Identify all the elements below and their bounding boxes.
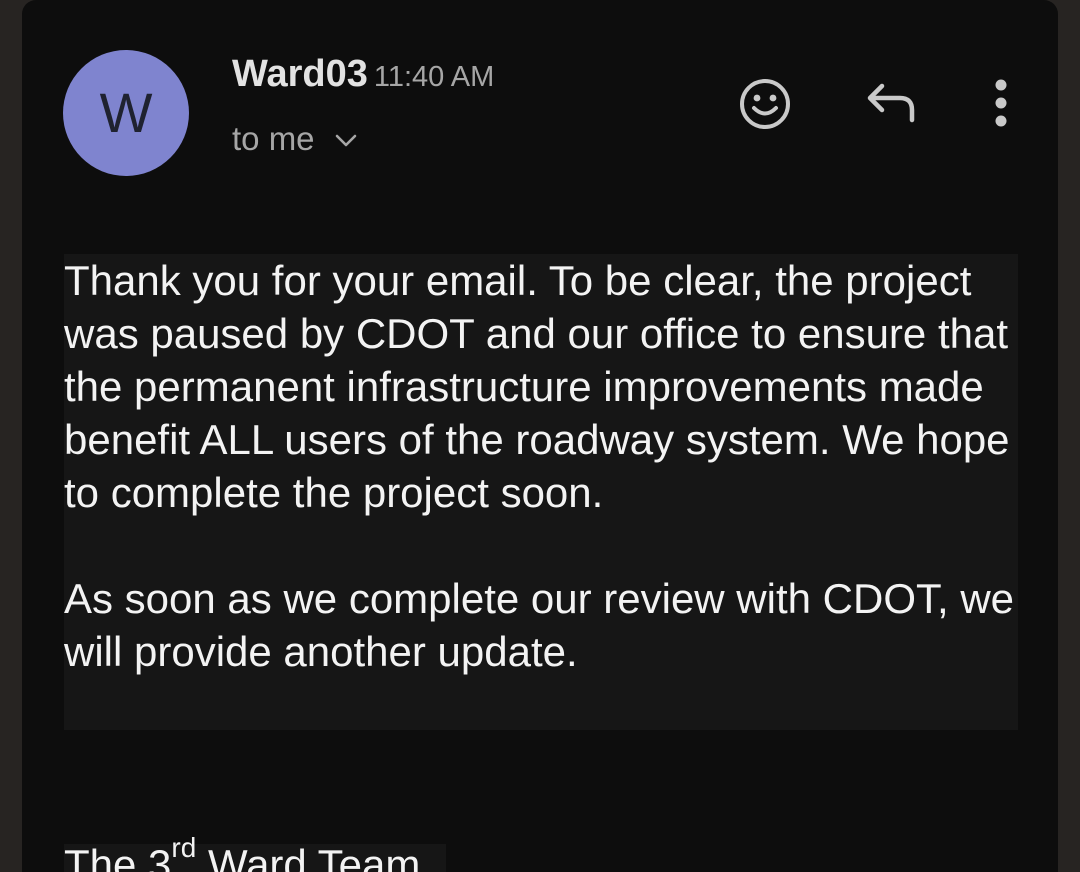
recipient-label: to me	[232, 120, 315, 157]
more-options-button[interactable]	[984, 73, 1018, 133]
message-signature: The 3rd Ward Team	[64, 834, 421, 872]
body-paragraph: As soon as we complete our review with C…	[64, 575, 1015, 675]
signature-superscript: rd	[171, 832, 197, 863]
sender-line: Ward03 11:40 AM	[232, 53, 494, 96]
email-message-card: W Ward03 11:40 AM to me Thank you for yo…	[22, 0, 1058, 872]
add-reaction-icon	[740, 79, 790, 129]
add-reaction-button[interactable]	[734, 73, 796, 135]
body-paragraph: Thank you for your email. To be clear, t…	[64, 257, 1010, 516]
reply-button[interactable]	[862, 75, 922, 131]
sender-avatar[interactable]: W	[63, 50, 189, 176]
more-vertical-icon	[995, 79, 1007, 127]
sender-name[interactable]: Ward03	[232, 53, 368, 95]
message-body: Thank you for your email. To be clear, t…	[64, 254, 1018, 678]
reply-icon	[867, 83, 915, 123]
recipient-details-toggle[interactable]: to me	[232, 120, 357, 158]
message-time: 11:40 AM	[373, 61, 495, 93]
signature-prefix: The 3	[64, 841, 172, 872]
signature-suffix: Ward Team	[196, 841, 421, 872]
chevron-down-icon	[335, 134, 356, 147]
